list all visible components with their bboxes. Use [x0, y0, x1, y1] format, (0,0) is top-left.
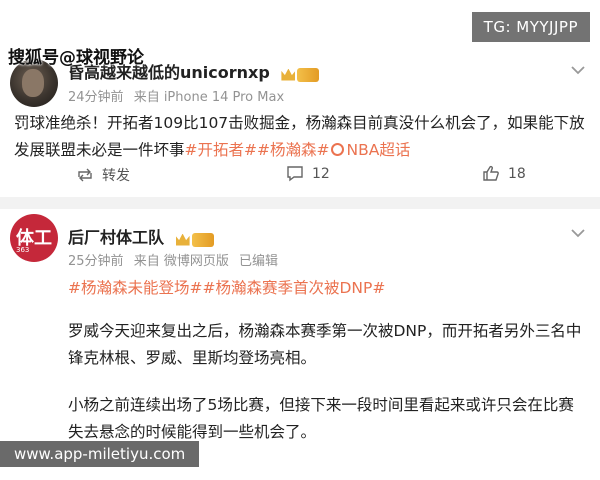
avatar[interactable]: 体工 363 [10, 214, 58, 262]
comment-count: 12 [312, 165, 330, 182]
weibo-post-2: 体工 363 后厂村体工队 25分钟前 来自 微博网页版 已编辑 #杨瀚森未能登… [0, 210, 600, 480]
comment-button[interactable]: 12 [286, 165, 330, 182]
hashtag-link[interactable]: #杨瀚森# [257, 141, 329, 159]
like-button[interactable]: 18 [482, 165, 526, 182]
chevron-down-icon[interactable] [570, 65, 586, 75]
comment-icon [287, 166, 303, 182]
post-paragraph: 小杨之前连续出场了5场比赛，但接下来一段时间里看起来或许只会在比赛失去悬念的时候… [68, 396, 574, 441]
username-label[interactable]: 后厂村体工队 [68, 228, 164, 247]
sohu-watermark: 搜狐号@球视野论 [8, 48, 144, 68]
post-body: 罚球准绝杀！开拓者109比107击败掘金，杨瀚森目前真没什么机会了，如果能下放发… [14, 110, 586, 164]
repost-icon [78, 168, 92, 182]
post-meta: 25分钟前 来自 微博网页版 已编辑 [68, 250, 284, 269]
avatar-logo-number: 363 [16, 246, 30, 254]
level-badge-icon [191, 232, 214, 247]
post-actions: 转发 12 18 [0, 165, 600, 189]
post-source: 来自 微博网页版 [133, 254, 229, 269]
url-watermark: www.app-miletiyu.com [0, 441, 200, 467]
vip-badge-icon [281, 64, 320, 83]
crown-icon [175, 233, 190, 246]
post-time: 24分钟前 [68, 90, 124, 105]
super-topic-icon [331, 143, 345, 156]
super-topic-link[interactable]: NBA超话 [346, 141, 410, 159]
post-time: 25分钟前 [68, 254, 124, 269]
repost-label: 转发 [102, 168, 130, 184]
level-badge-icon [297, 67, 320, 82]
weibo-post-1: 昏高越来越低的unicornxp 24分钟前 来自 iPhone 14 Pro … [0, 55, 600, 195]
post-meta: 24分钟前 来自 iPhone 14 Pro Max [68, 86, 290, 105]
feed-divider [0, 197, 600, 209]
thumbs-up-icon [483, 165, 499, 181]
like-count: 18 [508, 165, 526, 182]
username[interactable]: 后厂村体工队 [68, 224, 214, 248]
edited-label: 已编辑 [238, 254, 278, 269]
crown-icon [281, 68, 296, 81]
post-paragraph: 罗威今天迎来复出之后，杨瀚森本赛季第一次被DNP，而开拓者另外三名中锋克林根、罗… [68, 322, 582, 367]
chevron-down-icon[interactable] [570, 228, 586, 238]
hashtag-link[interactable]: #开拓者# [185, 141, 257, 159]
tg-watermark: TG: MYYJJPP [471, 12, 590, 42]
hashtag-link[interactable]: #杨瀚森未能登场##杨瀚森赛季首次被DNP# [68, 276, 385, 298]
repost-button[interactable]: 转发 [76, 165, 130, 185]
post-source: 来自 iPhone 14 Pro Max [133, 90, 285, 105]
avatar-face [22, 69, 44, 97]
vip-badge-icon [175, 229, 214, 248]
